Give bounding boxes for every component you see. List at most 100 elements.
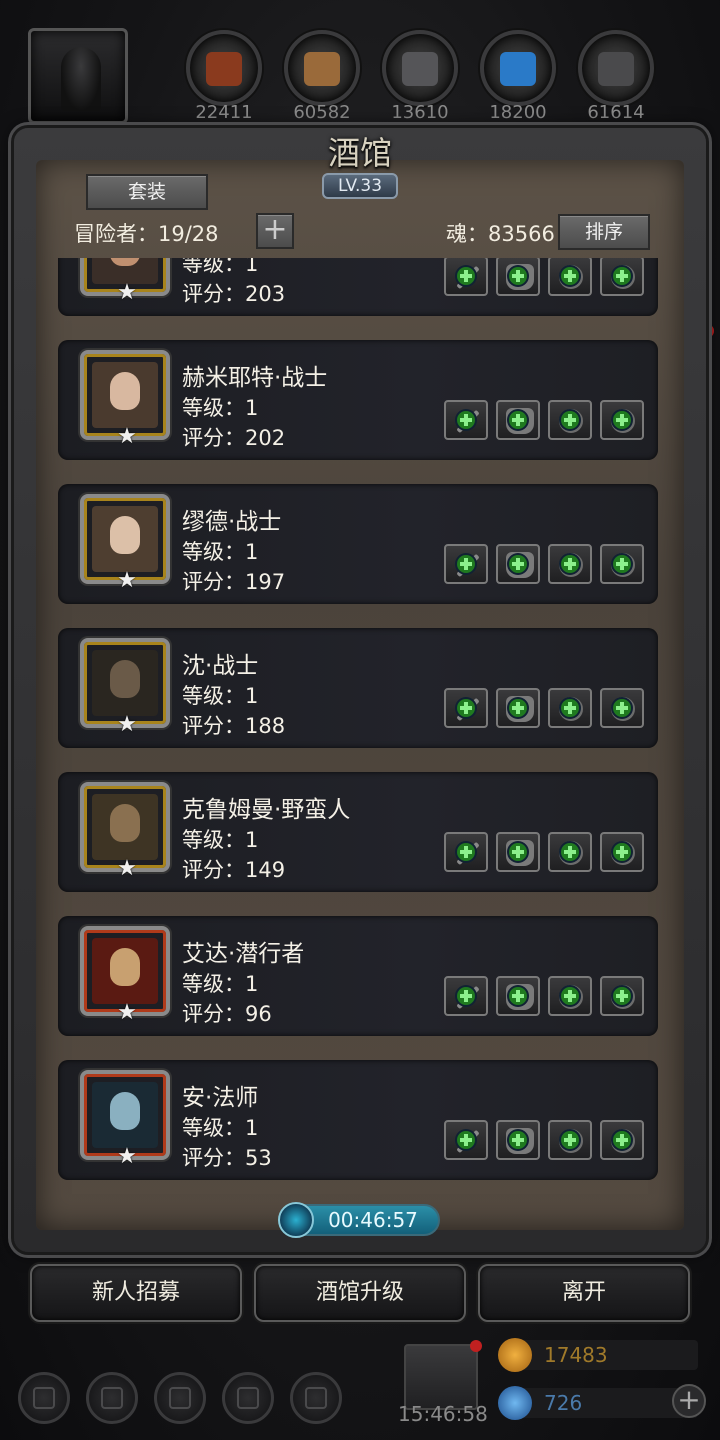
add-icon (509, 843, 527, 861)
accessory-slot[interactable] (600, 544, 644, 584)
gem-display: 726 (498, 1386, 698, 1422)
gift-icon[interactable] (404, 1340, 482, 1410)
armor-slot[interactable] (496, 400, 540, 440)
add-icon (509, 411, 527, 429)
accessory-slot[interactable] (600, 1120, 644, 1160)
wood-value: 22411 (195, 102, 253, 123)
accessory-slot[interactable] (548, 1120, 592, 1160)
ingot-resource[interactable] (382, 30, 458, 106)
shield-icon[interactable] (290, 1372, 342, 1424)
hero-score: 评分：96 (182, 1002, 272, 1026)
armor-slot[interactable] (496, 1120, 540, 1160)
hero-row[interactable]: ★ 缪德·战士 等级：1 评分：197 (58, 484, 658, 604)
add-icon (613, 555, 631, 573)
add-gem-button[interactable]: + (672, 1384, 706, 1418)
add-icon (457, 1131, 475, 1149)
hero-score: 评分：203 (182, 282, 286, 306)
accessory-slot[interactable] (600, 832, 644, 872)
iron-icon (598, 52, 634, 86)
add-icon (561, 699, 579, 717)
sort-button[interactable]: 排序 (558, 214, 650, 250)
armor-slot[interactable] (496, 832, 540, 872)
accessory-slot[interactable] (600, 400, 644, 440)
hero-row[interactable]: ★ 克鲁姆曼·野蛮人 等级：1 评分：149 (58, 772, 658, 892)
rank-icon[interactable] (154, 1372, 206, 1424)
weapon-slot[interactable] (444, 1120, 488, 1160)
hero-name: 安·法师 (182, 1085, 259, 1111)
player-portrait[interactable] (28, 28, 128, 124)
add-icon (457, 267, 475, 285)
weapon-slot[interactable] (444, 832, 488, 872)
hero-name: 克鲁姆曼·野蛮人 (182, 797, 351, 823)
star-icon: ★ (117, 1144, 137, 1169)
hero-row[interactable]: ★ 沈·战士 等级：1 评分：188 (58, 628, 658, 748)
hero-score: 评分：197 (182, 570, 286, 594)
add-icon (613, 1131, 631, 1149)
weapon-slot[interactable] (444, 400, 488, 440)
accessory-slot[interactable] (548, 832, 592, 872)
suit-button[interactable]: 套装 (86, 174, 208, 210)
weapon-slot[interactable] (444, 258, 488, 296)
armor-slot[interactable] (496, 258, 540, 296)
accessory-slot[interactable] (548, 400, 592, 440)
hero-level: 等级：1 (182, 972, 259, 996)
star-icon: ★ (117, 280, 137, 305)
add-icon (457, 987, 475, 1005)
weapon-slot[interactable] (444, 688, 488, 728)
crystal-icon (500, 52, 536, 86)
add-slot-button[interactable]: + (256, 213, 294, 249)
add-icon (561, 411, 579, 429)
accessory-slot[interactable] (548, 976, 592, 1016)
add-icon (457, 555, 475, 573)
accessory-slot[interactable] (600, 976, 644, 1016)
hero-row[interactable]: ★ 赫米耶特·战士 等级：1 评分：202 (58, 340, 658, 460)
hero-row[interactable]: ★ 安·法师 等级：1 评分：53 (58, 1060, 658, 1180)
accessory-slot[interactable] (548, 258, 592, 296)
armor-slot[interactable] (496, 544, 540, 584)
add-icon (509, 267, 527, 285)
add-icon (561, 987, 579, 1005)
hero-list[interactable]: ★ 等级：1 评分：203 ★ 赫米耶特·战士 等级：1 评分：202 ★ 缪德… (56, 258, 662, 1188)
wood-resource[interactable] (186, 30, 262, 106)
add-icon (561, 843, 579, 861)
leave-button[interactable]: 离开 (478, 1264, 690, 1322)
clock-icon (278, 1202, 314, 1238)
armor-slot[interactable] (496, 688, 540, 728)
hero-level: 等级：1 (182, 396, 259, 420)
top-resource-bar: 22411 60582 13610 18200 61614 (0, 0, 720, 130)
weapon-slot[interactable] (444, 544, 488, 584)
hero-row[interactable]: ★ 等级：1 评分：203 (58, 258, 658, 316)
settings-icon[interactable] (18, 1372, 70, 1424)
hero-level: 等级：1 (182, 684, 259, 708)
hero-level: 等级：1 (182, 258, 259, 276)
accessory-slot[interactable] (600, 258, 644, 296)
plank-resource[interactable] (284, 30, 360, 106)
star-icon: ★ (117, 712, 137, 737)
crystal-resource[interactable] (480, 30, 556, 106)
armor-slot[interactable] (496, 976, 540, 1016)
hero-name: 缪德·战士 (182, 509, 282, 535)
hero-row[interactable]: ★ 艾达·潜行者 等级：1 评分：96 (58, 916, 658, 1036)
hero-score: 评分：53 (182, 1146, 272, 1170)
accessory-slot[interactable] (548, 688, 592, 728)
add-icon (613, 699, 631, 717)
iron-resource[interactable] (578, 30, 654, 106)
achievement-icon[interactable] (86, 1372, 138, 1424)
adventurer-count: 冒险者：19/28 (74, 222, 219, 246)
mail-icon[interactable] (222, 1372, 274, 1424)
upgrade-tavern-button[interactable]: 酒馆升级 (254, 1264, 466, 1322)
gold-display: 17483 (498, 1338, 698, 1374)
accessory-slot[interactable] (548, 544, 592, 584)
add-icon (613, 987, 631, 1005)
hero-name: 赫米耶特·战士 (182, 365, 328, 391)
recruit-button[interactable]: 新人招募 (30, 1264, 242, 1322)
weapon-slot[interactable] (444, 976, 488, 1016)
star-icon: ★ (117, 568, 137, 593)
panel-title: 酒馆 (327, 134, 392, 172)
hero-score: 评分：202 (182, 426, 286, 450)
hero-name: 沈·战士 (182, 653, 259, 679)
accessory-slot[interactable] (600, 688, 644, 728)
add-icon (613, 267, 631, 285)
star-icon: ★ (117, 856, 137, 881)
add-icon (509, 555, 527, 573)
